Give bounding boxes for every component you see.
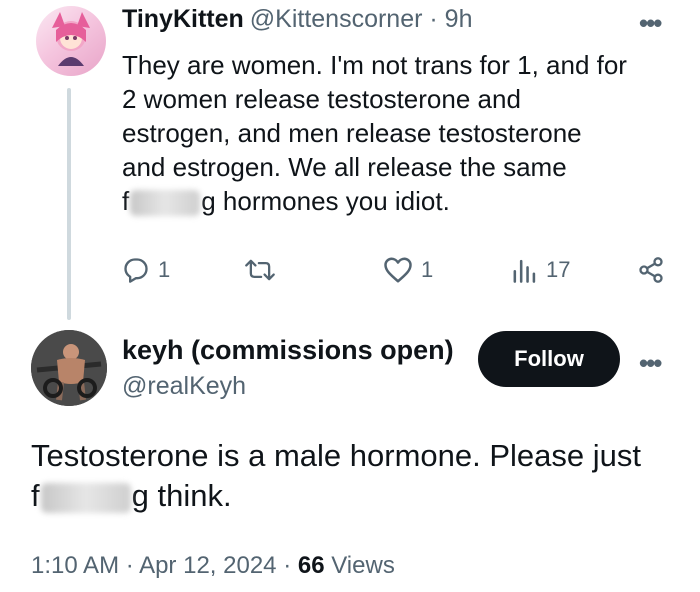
reply-count: 1: [158, 257, 171, 282]
reply-icon: [124, 258, 148, 283]
tweet-meta: 1:10 AM · Apr 12, 2024 · 66 Views: [31, 552, 395, 580]
like-count: 1: [421, 257, 434, 282]
more-icon[interactable]: •••: [639, 348, 662, 379]
follow-button[interactable]: Follow: [478, 331, 620, 387]
timestamp[interactable]: 9h: [445, 5, 473, 33]
thread-line: [67, 88, 71, 320]
like-icon: [384, 257, 412, 283]
censor-blur: [130, 190, 201, 217]
text-line: f g hormones you idiot.: [122, 184, 677, 218]
more-icon[interactable]: •••: [639, 8, 662, 39]
share-button[interactable]: [637, 256, 665, 284]
views-count: 17: [546, 257, 571, 282]
retweet-button[interactable]: [244, 256, 276, 284]
handle[interactable]: @realKeyh: [122, 372, 246, 401]
text-line: and estrogen. We all release the same: [122, 152, 567, 182]
text-fragment: g think.: [131, 478, 232, 513]
like-button[interactable]: 1: [383, 256, 433, 284]
separator: ·: [283, 552, 292, 579]
avatar[interactable]: [36, 6, 106, 76]
display-name[interactable]: TinyKitten: [122, 5, 244, 33]
views-icon: [513, 259, 536, 283]
tweet-header: TinyKitten @Kittenscorner · 9h: [122, 5, 472, 34]
separator: ·: [125, 552, 134, 579]
date[interactable]: Apr 12, 2024: [139, 552, 276, 579]
timestamp[interactable]: 1:10 AM: [31, 552, 119, 579]
censor-blur: [40, 482, 131, 513]
views-count[interactable]: 66: [298, 552, 325, 579]
anime-avatar-icon: [52, 12, 90, 66]
text-fragment: g hormones you idiot.: [201, 186, 450, 216]
tweet-text: They are women. I'm not trans for 1, and…: [122, 48, 677, 218]
display-name[interactable]: keyh (commissions open): [122, 335, 454, 366]
text-line: f g think.: [31, 476, 671, 516]
text-line: 2 women release testosterone and: [122, 84, 521, 114]
tweet-text: Testosterone is a male hormone. Please j…: [31, 436, 671, 516]
reply-button[interactable]: 1: [122, 256, 170, 284]
views-label: Views: [331, 552, 395, 579]
text-fragment: f: [122, 186, 130, 216]
text-fragment: f: [31, 478, 40, 513]
game-avatar-icon: [31, 330, 107, 406]
avatar[interactable]: [31, 330, 107, 406]
text-line: They are women. I'm not trans for 1, and…: [122, 50, 627, 80]
text-line: Testosterone is a male hormone. Please j…: [31, 438, 641, 473]
views-button[interactable]: 17: [512, 256, 570, 284]
handle[interactable]: @Kittenscorner: [250, 5, 423, 33]
separator: ·: [429, 5, 438, 33]
share-icon: [639, 257, 663, 283]
text-line: estrogen, and men release testosterone: [122, 118, 582, 148]
retweet-icon: [245, 259, 275, 281]
